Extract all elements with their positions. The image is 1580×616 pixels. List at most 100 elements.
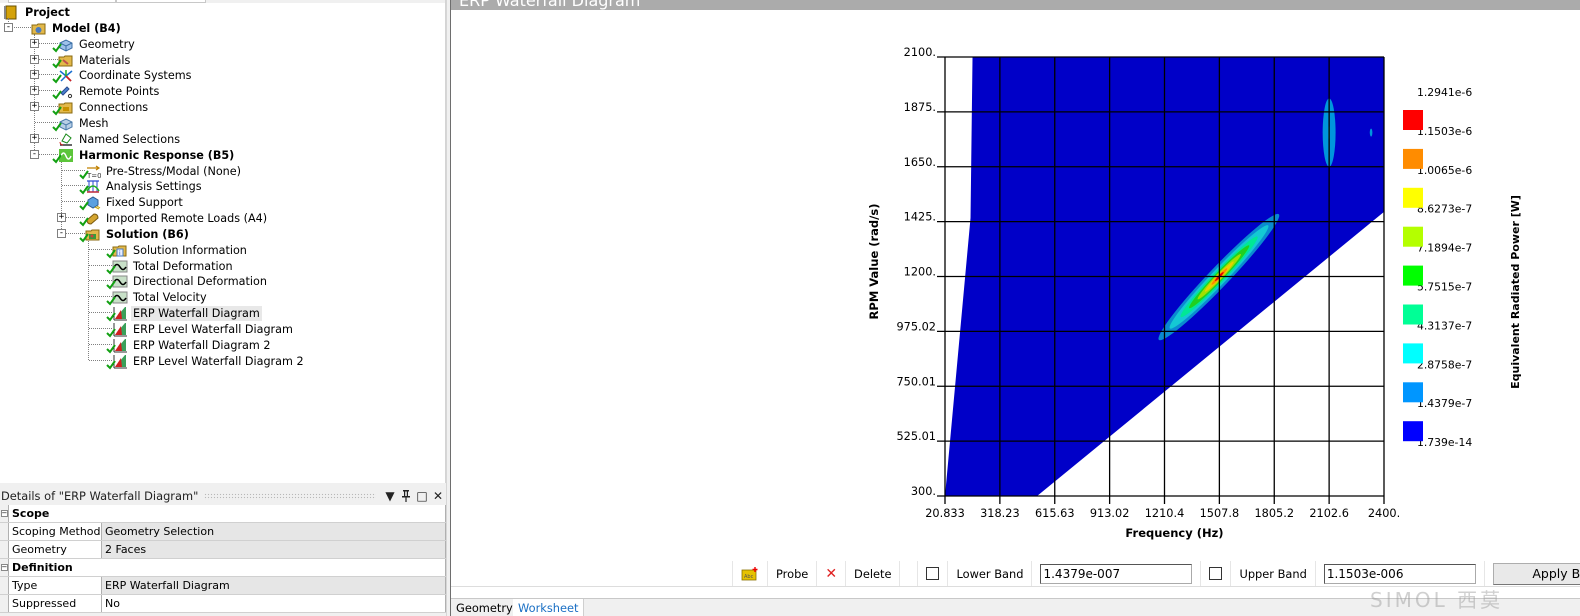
lower-band-checkbox[interactable] — [918, 561, 949, 586]
details-pane: Details of "ERP Waterfall Diagram" ▼ □ ✕… — [0, 483, 446, 616]
tree-node-solution-information[interactable]: i Solution Information — [112, 242, 249, 258]
tree-node-label: Geometry — [79, 37, 135, 51]
details-row[interactable]: Suppressed No — [0, 595, 446, 613]
tree-node-erp-waterfall-diagram-2[interactable]: ERP Waterfall Diagram 2 — [112, 337, 273, 353]
details-close-icon[interactable]: ✕ — [430, 488, 446, 504]
tab-geometry[interactable]: Geometry — [451, 599, 519, 616]
tree-node-materials[interactable]: Materials — [58, 52, 132, 68]
tree-node-label: ERP Waterfall Diagram 2 — [133, 338, 271, 352]
tree-node-harmonic-response-b5[interactable]: Harmonic Response (B5) — [58, 147, 236, 163]
tree-node-label: Connections — [79, 100, 149, 114]
tree-node-pre-stress-modal-none[interactable]: T=0 Pre-Stress/Modal (None) — [85, 163, 243, 179]
tree-node-label: Analysis Settings — [106, 179, 202, 193]
tree-node-directional-deformation[interactable]: Directional Deformation — [112, 273, 269, 289]
tree-node-solution-b6[interactable]: Solution (B6) — [85, 226, 191, 242]
details-category-scope[interactable]: − Scope — [0, 505, 446, 523]
upper-band-label: Upper Band — [1231, 561, 1316, 586]
checkbox-box[interactable] — [1209, 567, 1223, 580]
expand-icon[interactable]: + — [30, 102, 39, 111]
checkbox-box[interactable] — [926, 567, 940, 580]
tab-worksheet[interactable]: Worksheet — [513, 599, 585, 616]
delete-x-icon: ✕ — [825, 565, 838, 582]
details-pin-icon[interactable] — [398, 488, 414, 504]
details-category-definition[interactable]: − Definition — [0, 559, 446, 577]
tree-node-model-b4[interactable]: Model (B4) — [31, 20, 123, 36]
details-row-key: Type — [9, 577, 102, 594]
tree-guide-line — [88, 241, 89, 360]
tree-node-label: Coordinate Systems — [79, 68, 192, 82]
tree-node-label: Model (B4) — [52, 21, 121, 35]
status-check-icon — [79, 233, 89, 243]
apply-band-button[interactable]: Apply Ba — [1492, 562, 1580, 585]
expand-icon[interactable]: + — [30, 86, 39, 95]
tree-node-label: Solution (B6) — [106, 227, 189, 241]
tree-node-label: Total Velocity — [133, 290, 207, 304]
category-label: Scope — [9, 505, 446, 522]
tree-node-imported-remote-loads-a4[interactable]: Imported Remote Loads (A4) — [85, 210, 269, 226]
y-tick-label: 300. — [911, 485, 936, 498]
tree-node-erp-level-waterfall-diagram-2[interactable]: ERP Level Waterfall Diagram 2 — [112, 353, 306, 369]
collapse-icon[interactable]: - — [30, 150, 39, 159]
lower-band-input[interactable] — [1040, 563, 1193, 584]
expand-icon[interactable]: + — [57, 213, 66, 222]
project-icon — [4, 5, 17, 19]
expand-icon[interactable]: + — [30, 70, 39, 79]
collapse-icon[interactable]: - — [57, 229, 66, 238]
tree-node-mesh[interactable]: Mesh — [58, 115, 110, 131]
details-maximize-icon[interactable]: □ — [414, 488, 430, 504]
tree-node-analysis-settings[interactable]: Analysis Settings — [85, 178, 204, 194]
tree-pane-top-strip — [0, 0, 445, 3]
colorbar-level-label: 1.739e-14 — [1417, 436, 1472, 449]
tree-node-named-selections[interactable]: Named Selections — [58, 131, 182, 147]
tree-node-total-velocity[interactable]: Total Velocity — [112, 289, 209, 305]
y-axis-label: RPM Value (rad/s) — [867, 204, 881, 320]
x-axis-label: Frequency (Hz) — [1125, 526, 1223, 540]
tree-node-coordinate-systems[interactable]: Coordinate Systems — [58, 67, 193, 83]
tree-node-project[interactable]: Project — [0, 4, 72, 20]
collapse-icon[interactable]: − — [0, 559, 9, 576]
tree-node-fixed-support[interactable]: Fixed Support — [85, 194, 185, 210]
tree-node-remote-points[interactable]: Remote Points — [58, 83, 161, 99]
probe-icon-button[interactable]: Abc — [732, 561, 768, 586]
details-row-value[interactable]: Geometry Selection — [102, 523, 446, 540]
details-row[interactable]: Scoping Method Geometry Selection — [0, 523, 446, 541]
delete-button[interactable]: Delete — [846, 561, 901, 586]
erp-waterfall-chart[interactable]: 20.833 318.23 615.63 913.02 1210.4 1507.8 1805… — [451, 0, 1580, 560]
expand-icon[interactable]: + — [30, 55, 39, 64]
tree-node-label: Total Deformation — [133, 259, 233, 273]
details-dropdown-icon[interactable]: ▼ — [382, 488, 398, 504]
tree-node-label: Solution Information — [133, 243, 247, 257]
collapse-icon[interactable]: − — [0, 505, 9, 522]
tree-node-total-deformation[interactable]: Total Deformation — [112, 258, 235, 274]
tree-node-erp-waterfall-diagram[interactable]: ERP Waterfall Diagram — [112, 305, 262, 321]
expand-icon[interactable]: + — [30, 134, 39, 143]
category-label: Definition — [9, 559, 446, 576]
delete-icon-button[interactable]: ✕ — [817, 561, 847, 586]
tree-node-geometry[interactable]: Geometry — [58, 36, 137, 52]
expand-icon[interactable]: + — [30, 39, 39, 48]
tree-node-label: Project — [25, 5, 70, 19]
row-gutter — [0, 577, 9, 594]
collapse-icon[interactable]: - — [4, 23, 13, 32]
details-row-value[interactable]: ERP Waterfall Diagram — [102, 577, 446, 594]
colorbar-level-label: 1.2941e-6 — [1417, 86, 1472, 99]
x-tick-label: 1805.2 — [1254, 507, 1294, 520]
tree-node-erp-level-waterfall-diagram[interactable]: ERP Level Waterfall Diagram — [112, 321, 295, 337]
tree-node-label: Directional Deformation — [133, 274, 267, 288]
details-row[interactable]: Geometry 2 Faces — [0, 541, 446, 559]
upper-band-input[interactable] — [1323, 563, 1476, 584]
tree-node-label: Named Selections — [79, 132, 181, 146]
probe-button[interactable]: Probe — [768, 561, 818, 586]
tree-node-connections[interactable]: Connections — [58, 99, 150, 115]
x-tick-label: 615.63 — [1035, 507, 1075, 520]
details-row-key: Geometry — [9, 541, 102, 558]
details-row-value[interactable]: 2 Faces — [102, 541, 446, 558]
colorbar-level-label: 1.4379e-7 — [1417, 397, 1472, 410]
tree-guide-line — [61, 162, 62, 233]
details-row-value[interactable]: No — [102, 595, 446, 612]
upper-band-checkbox[interactable] — [1201, 561, 1232, 586]
tree-toolbar-seg-2 — [116, 0, 206, 3]
details-row[interactable]: Type ERP Waterfall Diagram — [0, 577, 446, 595]
details-drag-grip[interactable] — [204, 492, 376, 500]
details-grid: − Scope Scoping Method Geometry Selectio… — [0, 505, 446, 613]
